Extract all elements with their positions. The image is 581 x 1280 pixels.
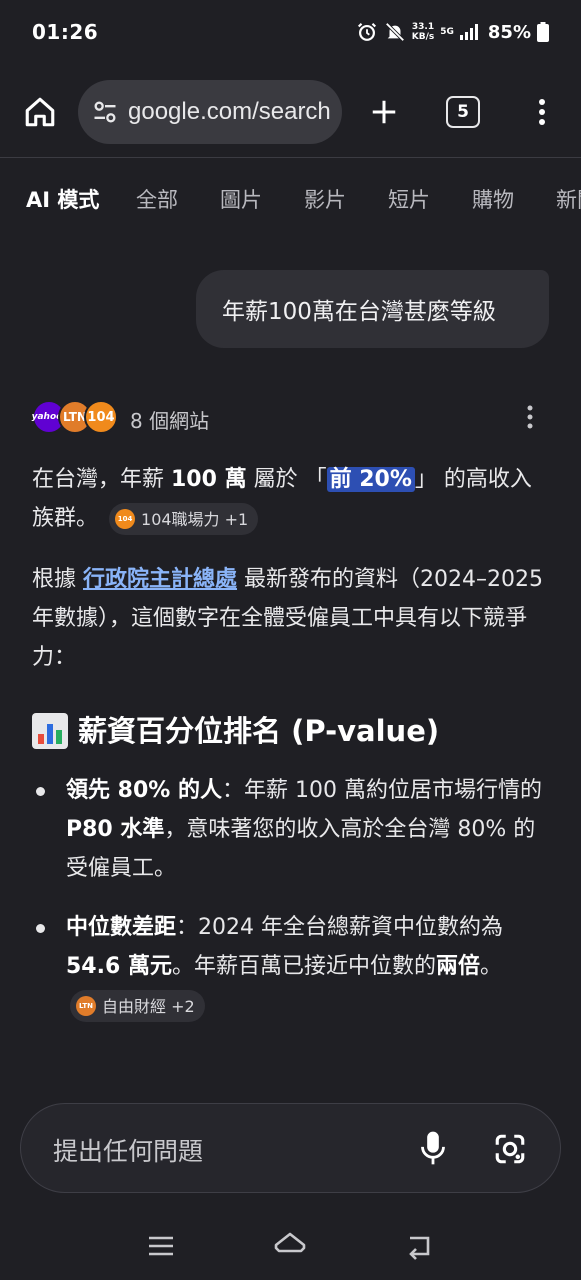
recent-apps-icon[interactable] [146, 1234, 176, 1258]
new-tab-icon[interactable] [364, 92, 404, 132]
ai-answer: 在台灣，年薪 100 萬 屬於 「前 20%」 的高收入族群。 104 104職場… [32, 460, 550, 1045]
net-speed: 33.1 KB/s [411, 22, 435, 42]
104-logo-icon: 104 [84, 400, 118, 434]
list-item: 領先 80% 的人：年薪 100 萬約位居市場行情的 P80 水準，意味著您的收… [32, 771, 550, 888]
url-text: google.com/search [128, 98, 331, 125]
tab-shopping[interactable]: 購物 [472, 184, 514, 214]
source-chip-ltn[interactable]: LTN 自由財經 +2 [70, 990, 205, 1022]
signal-icon [459, 24, 480, 40]
highlight-top20: 前 20% [326, 467, 415, 492]
browser-toolbar: google.com/search 5 [0, 78, 581, 146]
tab-switcher-button[interactable]: 5 [446, 96, 480, 128]
more-vert-icon[interactable] [528, 92, 556, 132]
source-chip-104[interactable]: 104 104職場力 +1 [109, 503, 259, 535]
tab-videos[interactable]: 影片 [304, 184, 346, 214]
ask-input-box[interactable]: 提出任何問題 [20, 1103, 561, 1193]
answer-paragraph-1: 在台灣，年薪 100 萬 屬於 「前 20%」 的高收入族群。 104 104職場… [32, 460, 550, 538]
mic-icon[interactable] [417, 1128, 449, 1168]
lens-icon[interactable] [491, 1130, 529, 1168]
sources-count: 8 個網站 [130, 409, 210, 433]
back-icon[interactable] [402, 1232, 436, 1262]
status-bar: 01:26 33.1 KB/s 5G 85% [0, 0, 581, 64]
user-query-bubble: 年薪100萬在台灣甚麼等級 [196, 270, 549, 348]
tab-images[interactable]: 圖片 [220, 184, 262, 214]
104-chip-logo-icon: 104 [115, 509, 136, 529]
ranking-list: 領先 80% 的人：年薪 100 萬約位居市場行情的 P80 水準，意味著您的收… [32, 771, 550, 1025]
site-settings-icon[interactable] [90, 97, 120, 127]
clock: 01:26 [32, 20, 99, 44]
battery-level: 85% [487, 21, 531, 43]
tab-short-videos[interactable]: 短片 [388, 184, 430, 214]
tab-ai-mode[interactable]: AI 模式 [26, 184, 99, 214]
mute-icon [384, 21, 406, 43]
search-mode-tabs: AI 模式 全部 圖片 影片 短片 購物 新聞 [0, 172, 581, 222]
home-icon[interactable] [20, 92, 60, 132]
tab-news[interactable]: 新聞 [556, 184, 581, 214]
home-nav-icon[interactable] [272, 1230, 308, 1260]
answer-more-icon[interactable] [520, 402, 540, 432]
toolbar-divider [0, 157, 581, 158]
sources-row[interactable]: yahoo! LTN 104 8 個網站 [32, 398, 552, 436]
system-nav-bar [0, 1210, 581, 1280]
answer-paragraph-2: 根據 行政院主計總處 最新發布的資料（2024–2025 年數據），這個數字在全… [32, 567, 543, 670]
section-heading: 薪資百分位排名 (P-value) [32, 711, 550, 751]
battery-icon [537, 22, 549, 42]
network-type: 5G [440, 27, 454, 37]
ask-input[interactable]: 提出任何問題 [53, 1132, 203, 1168]
status-icons: 33.1 KB/s 5G 85% [356, 21, 549, 43]
list-item: 中位數差距：2024 年全台總薪資中位數約為 54.6 萬元。年薪百萬已接近中位… [32, 908, 550, 1025]
tab-all[interactable]: 全部 [136, 184, 178, 214]
ltn-chip-logo-icon: LTN [76, 996, 96, 1016]
dgbas-link[interactable]: 行政院主計總處 [83, 567, 237, 592]
alarm-icon [356, 21, 378, 43]
bar-chart-icon [32, 713, 68, 749]
address-bar[interactable]: google.com/search [78, 80, 342, 144]
content-fade [0, 1070, 581, 1100]
